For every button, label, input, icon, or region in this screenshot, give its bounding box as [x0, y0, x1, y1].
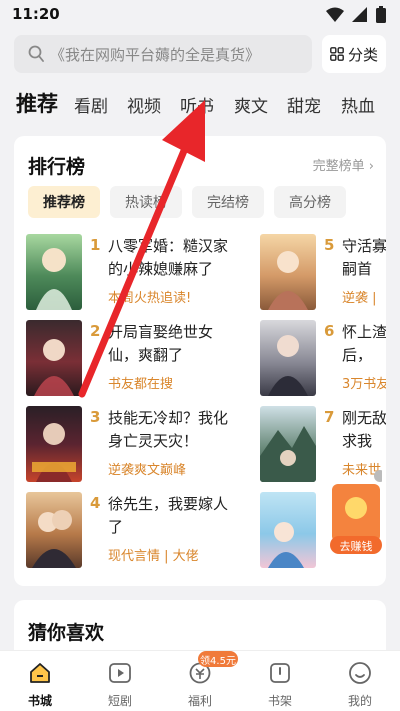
category-label: 分类: [347, 45, 378, 64]
nav-mine[interactable]: 我的: [330, 657, 390, 709]
full-ranking-link[interactable]: 完整榜单 ›: [313, 155, 374, 174]
tab-hot-blood[interactable]: 热血: [341, 92, 375, 117]
status-icons: [326, 6, 386, 23]
nav-label: 书城: [27, 694, 52, 708]
status-bar: 11:20: [0, 0, 400, 30]
tab-recommend[interactable]: 推荐: [16, 88, 58, 118]
ranking-title: 排行榜: [28, 156, 86, 178]
tab-audiobook[interactable]: 听书: [180, 92, 214, 117]
guess-title: 猜你喜欢: [28, 622, 105, 644]
earn-money-label: 去赚钱: [339, 540, 373, 553]
rank-number: 5: [324, 236, 335, 254]
signal-icon: [352, 6, 367, 22]
rank-number: 6: [324, 322, 335, 340]
chip-hot[interactable]: 热读榜: [110, 186, 182, 218]
search-placeholder: 《我在网购平台薅的全是真货》: [50, 46, 261, 64]
search-icon: [28, 45, 44, 62]
book-title: 刚无敌婆求我: [342, 409, 386, 450]
book-title: 开局盲娶绝世女仙，爽翻了: [108, 323, 214, 364]
top-tabs: 推荐 看剧 视频 听书 爽文 甜宠 热血: [16, 88, 400, 118]
profile-icon: [349, 662, 371, 684]
nav-bookstore[interactable]: 书城: [10, 657, 70, 709]
search-input[interactable]: 《我在网购平台薅的全是真货》: [14, 35, 312, 73]
book-tag: 本周火热追读!: [108, 291, 192, 306]
nav-label: 福利: [187, 694, 212, 708]
book-tag: 书友都在搜: [108, 377, 174, 392]
bookshelf-icon: [270, 663, 290, 683]
rank-number: 3: [90, 408, 101, 426]
book-item[interactable]: 2 开局盲娶绝世女仙，爽翻了 书友都在搜: [26, 320, 246, 400]
book-tag: 3万书友: [342, 377, 386, 392]
rank-number: 2: [90, 322, 101, 340]
chip-high-score[interactable]: 高分榜: [274, 186, 346, 218]
book-item[interactable]: 3 技能无冷却？我化身亡灵天灾！ 逆袭爽文巅峰: [26, 406, 246, 486]
grid-icon: [330, 47, 344, 61]
book-title: 八零军婚：糙汉家的小辣媳赚麻了: [108, 237, 229, 278]
nav-label: 我的: [347, 694, 372, 708]
book-cover[interactable]: [260, 406, 316, 482]
book-item[interactable]: 4 徐先生，我要嫁人了 现代言情 | 大佬: [26, 492, 246, 572]
chip-finished[interactable]: 完结榜: [192, 186, 264, 218]
tab-cool-novel[interactable]: 爽文: [234, 92, 268, 117]
book-cover[interactable]: [26, 320, 82, 396]
book-item[interactable]: 6 怀上渣娃后， 3万书友: [260, 320, 386, 400]
book-cover[interactable]: [260, 234, 316, 310]
tab-video[interactable]: 视频: [127, 92, 161, 117]
wifi-icon: [326, 7, 344, 22]
nav-bookshelf[interactable]: 书架: [250, 657, 310, 709]
book-cover[interactable]: [26, 406, 82, 482]
book-title: 技能无冷却？我化身亡灵天灾！: [108, 409, 229, 450]
book-cover[interactable]: [260, 320, 316, 396]
book-tag: 逆袭 |: [342, 291, 377, 306]
floating-earn-ad[interactable]: 去赚钱: [330, 470, 386, 560]
nav-label: 短剧: [107, 694, 132, 708]
book-tag: 逆袭爽文巅峰: [108, 463, 187, 478]
nav-short-drama[interactable]: 短剧: [90, 657, 150, 709]
book-cover[interactable]: [26, 234, 82, 310]
book-tag: 现代言情 | 大佬: [108, 549, 199, 564]
book-cover[interactable]: [26, 492, 82, 568]
chip-recommend[interactable]: 推荐榜: [28, 186, 100, 218]
nav-label: 书架: [267, 694, 292, 708]
status-time: 11:20: [12, 5, 60, 23]
book-item[interactable]: 1 八零军婚：糙汉家的小辣媳赚麻了 本周火热追读!: [26, 234, 246, 314]
play-icon: [109, 663, 131, 683]
category-button[interactable]: 分类: [322, 35, 386, 73]
book-title: 守活寡绝嗣首: [342, 237, 386, 278]
book-item[interactable]: 5 守活寡绝嗣首 逆袭 |: [260, 234, 386, 314]
tab-sweet[interactable]: 甜宠: [287, 92, 321, 117]
home-icon: [30, 663, 50, 683]
battery-icon: [376, 6, 386, 23]
rank-number: 1: [90, 236, 101, 254]
tab-drama[interactable]: 看剧: [74, 92, 108, 117]
welfare-badge: 领4.5元: [198, 651, 238, 667]
book-cover[interactable]: [260, 492, 316, 568]
book-title: 怀上渣娃后，: [342, 323, 386, 364]
rank-number: 7: [324, 408, 335, 426]
book-title: 徐先生，我要嫁人了: [108, 495, 229, 536]
search-row: 《我在网购平台薅的全是真货》 分类: [14, 35, 386, 73]
rank-number: 4: [90, 494, 101, 512]
